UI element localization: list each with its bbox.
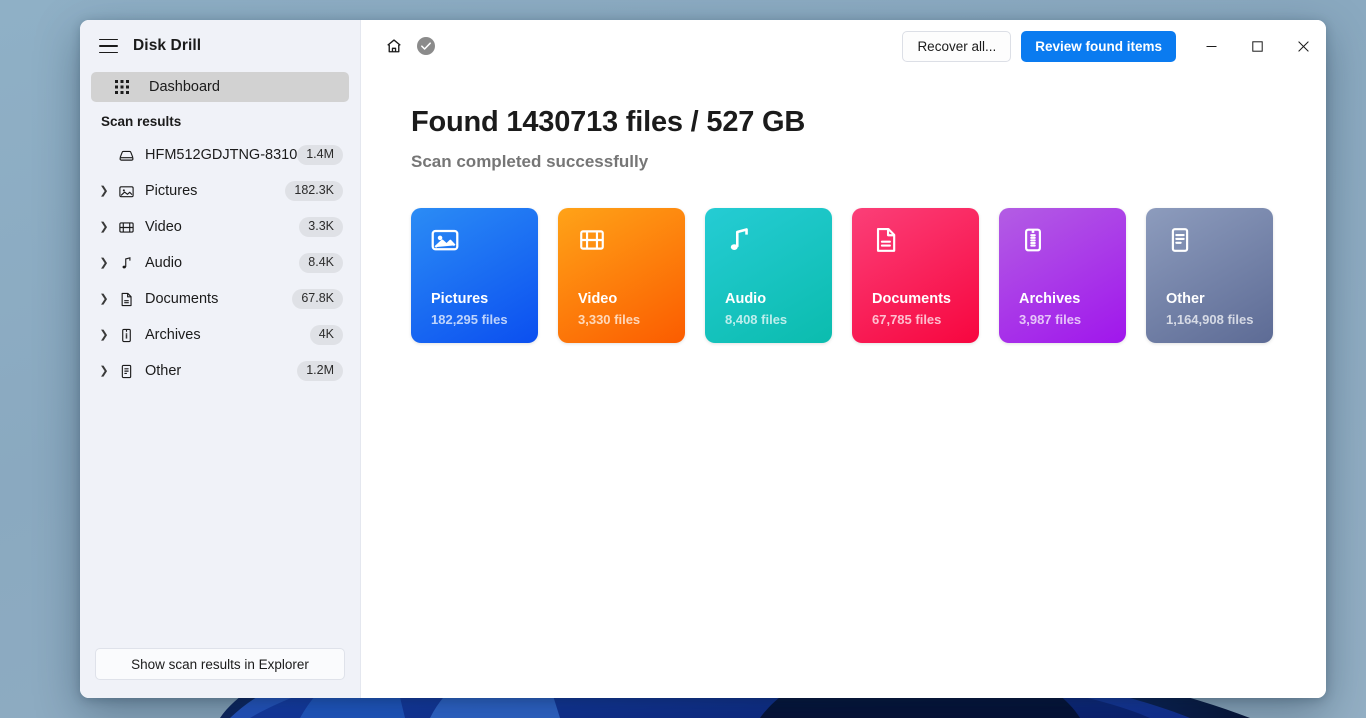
show-in-explorer-button[interactable]: Show scan results in Explorer (95, 648, 345, 680)
category-cards: Pictures 182,295 files Video 3,330 files… (411, 208, 1326, 343)
chevron-right-icon[interactable]: ❯ (95, 365, 113, 377)
card-spacer (578, 260, 685, 291)
sidebar-footer: Show scan results in Explorer (80, 648, 360, 698)
card-spacer (1166, 260, 1273, 291)
archive-icon (1019, 226, 1126, 260)
home-icon[interactable] (378, 30, 410, 62)
file-icon (113, 363, 139, 380)
tree-item-label: Audio (145, 255, 183, 271)
card-count: 8,408 files (725, 312, 788, 327)
tree-item-other[interactable]: ❯ Other 1.2M (91, 353, 349, 389)
tree-item-video[interactable]: ❯ Video 3.3K (91, 209, 349, 245)
document-icon (113, 291, 139, 308)
tree-item-badge: 67.8K (292, 289, 343, 309)
card-count: 182,295 files (431, 312, 508, 327)
music-icon (725, 226, 832, 260)
chevron-right-icon[interactable]: ❯ (95, 257, 113, 269)
maximize-button[interactable] (1234, 20, 1280, 72)
titlebar: Recover all... Review found items (361, 20, 1326, 72)
tree-item-label: Pictures (145, 183, 198, 199)
card-spacer (872, 260, 979, 291)
chevron-right-icon[interactable]: ❯ (95, 293, 113, 305)
category-card-pictures[interactable]: Pictures 182,295 files (411, 208, 538, 343)
card-count: 67,785 files (872, 312, 942, 327)
tree-item-pictures[interactable]: ❯ Pictures 182.3K (91, 173, 349, 209)
card-count: 1,164,908 files (1166, 312, 1254, 327)
sidebar-section-title: Scan results (101, 114, 182, 129)
tree-item-label: Documents (145, 291, 219, 307)
desktop-background: Disk Drill Dashboard Scan results HFM512… (0, 0, 1366, 718)
window-controls (1188, 20, 1326, 72)
card-title: Documents (872, 290, 951, 307)
card-title: Archives (1019, 290, 1081, 307)
sidebar-item-dashboard[interactable]: Dashboard (91, 72, 349, 102)
hamburger-icon[interactable] (91, 29, 125, 63)
chevron-right-icon[interactable]: ❯ (95, 221, 113, 233)
review-found-items-button[interactable]: Review found items (1021, 30, 1176, 62)
card-count: 3,987 files (1019, 312, 1082, 327)
category-card-documents[interactable]: Documents 67,785 files (852, 208, 979, 343)
file-icon (1166, 226, 1273, 260)
main-panel: Recover all... Review found items Found … (361, 20, 1326, 698)
card-spacer (725, 260, 832, 291)
category-card-audio[interactable]: Audio 8,408 files (705, 208, 832, 343)
card-spacer (1019, 260, 1126, 291)
chevron-right-icon[interactable]: ❯ (95, 329, 113, 341)
image-icon (113, 183, 139, 200)
tree-item-label: Other (145, 363, 182, 379)
content-area: Found 1430713 files / 527 GB Scan comple… (361, 72, 1326, 698)
card-count: 3,330 files (578, 312, 641, 327)
category-card-video[interactable]: Video 3,330 files (558, 208, 685, 343)
tree-item-badge: 182.3K (285, 181, 343, 201)
image-icon (431, 226, 538, 260)
sidebar-nav: Dashboard Scan results HFM512GDJTNG-8310… (80, 72, 360, 648)
tree-item-badge: 4K (309, 325, 343, 345)
chevron-right-icon[interactable]: ❯ (95, 185, 113, 197)
tree-item-label: Archives (145, 327, 201, 343)
check-circle-icon[interactable] (410, 30, 442, 62)
minimize-button[interactable] (1188, 20, 1234, 72)
card-title: Pictures (431, 290, 489, 307)
sidebar-header: Disk Drill (80, 20, 360, 72)
tree-item-badge: 3.3K (299, 217, 343, 237)
disk-icon (113, 147, 139, 164)
page-title: Found 1430713 files / 527 GB (411, 106, 806, 138)
tree-item-documents[interactable]: ❯ Documents 67.8K (91, 281, 349, 317)
tree-item-badge: 1.2M (297, 361, 343, 381)
tree-item-label: Video (145, 219, 182, 235)
recover-all-button[interactable]: Recover all... (902, 30, 1012, 62)
sidebar-item-label: Dashboard (149, 79, 220, 95)
tree-item-archives[interactable]: ❯ Archives 4K (91, 317, 349, 353)
category-card-other[interactable]: Other 1,164,908 files (1146, 208, 1273, 343)
close-button[interactable] (1280, 20, 1326, 72)
tree-item-badge: 1.4M (297, 145, 343, 165)
tree-item-label: HFM512GDJTNG-8310A (145, 147, 298, 163)
tree-item-audio[interactable]: ❯ Audio 8.4K (91, 245, 349, 281)
music-icon (113, 255, 139, 272)
card-title: Video (578, 290, 618, 307)
card-title: Audio (725, 290, 767, 307)
tree-item-badge: 8.4K (299, 253, 343, 273)
sidebar: Disk Drill Dashboard Scan results HFM512… (80, 20, 361, 698)
film-icon (113, 219, 139, 236)
film-icon (578, 226, 685, 260)
card-spacer (431, 260, 538, 291)
app-title: Disk Drill (133, 37, 202, 54)
card-title: Other (1166, 290, 1205, 307)
document-icon (872, 226, 979, 260)
tree-item-disk[interactable]: HFM512GDJTNG-8310A 1.4M (91, 137, 349, 173)
category-card-archives[interactable]: Archives 3,987 files (999, 208, 1126, 343)
scan-status-text: Scan completed successfully (411, 152, 649, 171)
archive-icon (113, 327, 139, 344)
disk-drill-window: Disk Drill Dashboard Scan results HFM512… (80, 20, 1326, 698)
grid-icon (115, 80, 141, 94)
